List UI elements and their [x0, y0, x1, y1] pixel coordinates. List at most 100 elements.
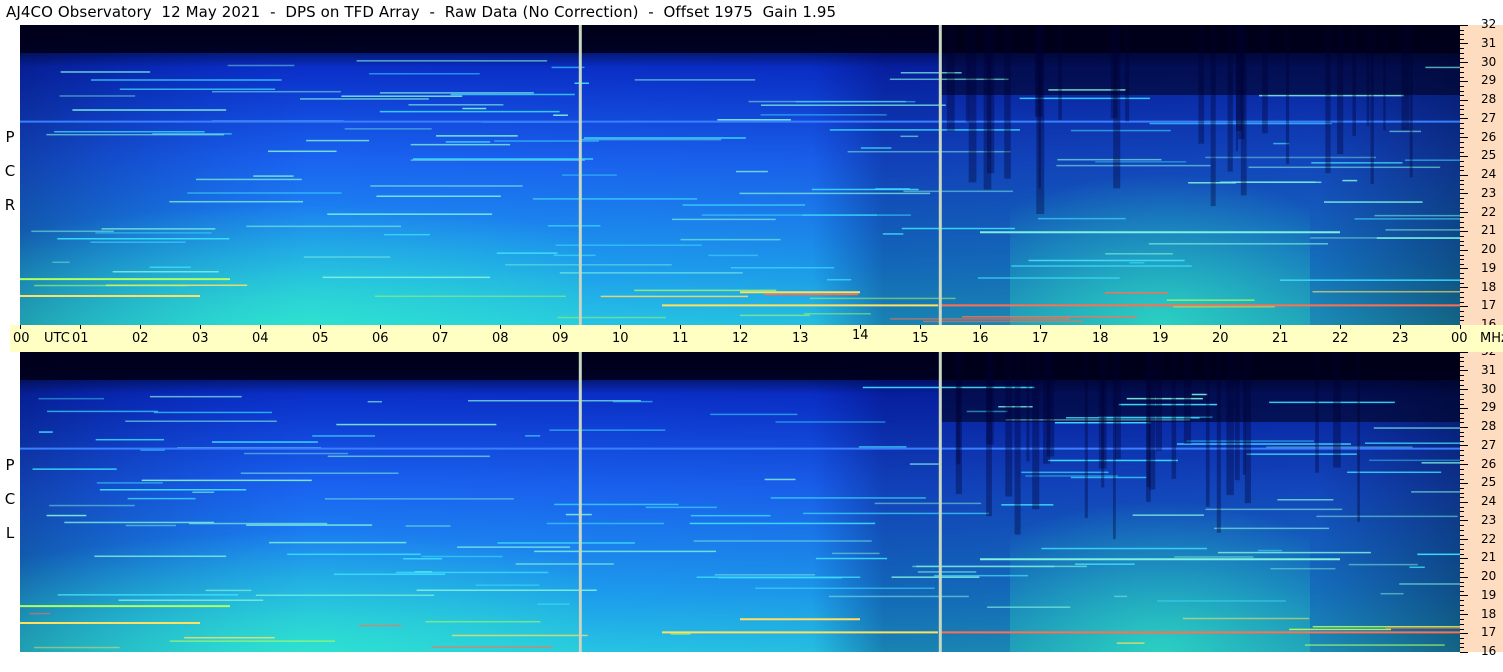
interference-line — [860, 147, 892, 149]
interference-line — [714, 574, 816, 576]
interference-line — [1070, 476, 1147, 479]
frequency-tick-label: 26 — [1481, 129, 1497, 144]
interference-line — [909, 463, 939, 465]
frequency-tick-mark — [1460, 155, 1468, 157]
frequency-tick-mark — [1460, 24, 1468, 26]
interference-line — [253, 175, 294, 177]
interference-line — [901, 227, 1015, 230]
interference-line — [1214, 527, 1330, 530]
interference-line — [1342, 179, 1358, 182]
interference-line — [717, 119, 791, 121]
frequency-tick-label: 32 — [1481, 17, 1497, 31]
vertical-stripe — [1004, 25, 1011, 179]
vertical-stripe — [1155, 352, 1162, 451]
vertical-stripe — [1315, 352, 1319, 473]
utc-hour-label: 00 — [1451, 331, 1468, 346]
vertical-stripe — [1370, 25, 1374, 184]
lcp-frequency-scale: 1617181920212223242526272829303132 — [1460, 344, 1503, 658]
interference-line — [1038, 217, 1126, 220]
frequency-minor-tick — [1460, 85, 1464, 87]
interference-line — [1270, 567, 1336, 570]
interference-line — [553, 254, 596, 257]
utc-hour-label: 19 — [1152, 331, 1169, 346]
interference-line — [312, 435, 376, 437]
utc-hour-label: 07 — [432, 331, 449, 346]
rcp-spectrogram — [20, 25, 1460, 325]
frequency-tick-mark — [1460, 174, 1468, 176]
vertical-stripe — [1285, 25, 1290, 165]
frequency-tick-label: 28 — [1481, 92, 1497, 106]
frequency-tick-mark — [1460, 99, 1468, 101]
interference-line — [809, 297, 956, 300]
interference-line — [1001, 504, 1054, 506]
interference-line — [119, 88, 276, 90]
interference-line — [356, 60, 548, 62]
interference-line — [457, 546, 571, 548]
utc-hour-label: 17 — [1032, 331, 1049, 346]
interference-line — [205, 589, 252, 592]
frequency-tick-label: 18 — [1481, 279, 1497, 294]
interference-line — [497, 542, 635, 544]
interference-line — [184, 636, 275, 639]
frequency-tick-mark — [1460, 632, 1468, 634]
utc-hour-label: 15 — [912, 331, 929, 346]
frequency-tick-label: 30 — [1481, 381, 1497, 396]
interference-line — [1056, 164, 1211, 167]
frequency-minor-tick — [1460, 553, 1464, 555]
utc-tick-mark — [140, 325, 141, 329]
interference-line — [1421, 462, 1460, 464]
interference-line — [54, 130, 205, 133]
frequency-minor-tick — [1460, 207, 1464, 209]
frequency-tick-label: 21 — [1481, 550, 1497, 565]
interference-line — [141, 479, 312, 482]
frequency-minor-tick — [1460, 76, 1464, 78]
vertical-stripe — [1205, 352, 1210, 507]
utc-hour-label: 22 — [1332, 331, 1349, 346]
interference-line — [1217, 551, 1371, 554]
frequency-minor-tick — [1460, 142, 1464, 144]
interference-line — [1411, 491, 1460, 493]
frequency-minor-tick — [1460, 422, 1464, 424]
frequency-minor-tick — [1460, 497, 1464, 499]
interference-line — [803, 512, 990, 515]
frequency-minor-tick — [1460, 492, 1464, 494]
interference-line — [336, 423, 497, 426]
frequency-minor-tick — [1460, 57, 1464, 59]
frequency-minor-tick — [1460, 240, 1464, 242]
interference-line — [505, 264, 672, 266]
vertical-stripe — [1198, 25, 1205, 144]
frequency-minor-tick — [1460, 160, 1464, 162]
interference-line — [1259, 94, 1404, 97]
interference-line — [760, 104, 946, 106]
rcp-frequency-scale: 16 17 18 19 20 21 22 23 24 25 26 27 28 29 30 31 32 — [1460, 17, 1503, 331]
utc-tick-mark — [200, 325, 201, 329]
utc-tick-mark — [980, 325, 981, 329]
frequency-minor-tick — [1460, 366, 1464, 368]
utc-tick-mark — [740, 325, 741, 329]
frequency-minor-tick — [1460, 128, 1464, 130]
frequency-minor-tick — [1460, 245, 1464, 247]
interference-line — [300, 98, 429, 100]
interference-line — [425, 620, 541, 623]
frequency-tick-mark — [1460, 614, 1468, 615]
interference-line — [47, 410, 158, 413]
utc-hour-label: 13 — [792, 331, 809, 346]
frequency-minor-tick — [1460, 165, 1464, 167]
frequency-tick-label: 19 — [1481, 260, 1497, 275]
vertical-stripe — [1043, 352, 1051, 464]
utc-tick-mark — [860, 325, 861, 329]
interference-line — [1028, 259, 1185, 262]
interference-line — [858, 446, 907, 448]
utc-hour-label: 14 — [852, 328, 869, 343]
frequency-tick-label: 22 — [1481, 531, 1497, 546]
interference-line — [553, 114, 568, 116]
interference-line — [31, 230, 114, 233]
interference-line — [410, 143, 511, 146]
interference-line — [760, 114, 887, 116]
page-title: AJ4CO Observatory 12 May 2021 - DPS on T… — [6, 3, 837, 21]
interference-line — [287, 553, 421, 556]
frequency-tick-label: 24 — [1481, 167, 1497, 181]
frequency-minor-tick — [1460, 628, 1464, 630]
frequency-tick-label: 25 — [1481, 148, 1497, 163]
interference-line — [32, 468, 117, 470]
